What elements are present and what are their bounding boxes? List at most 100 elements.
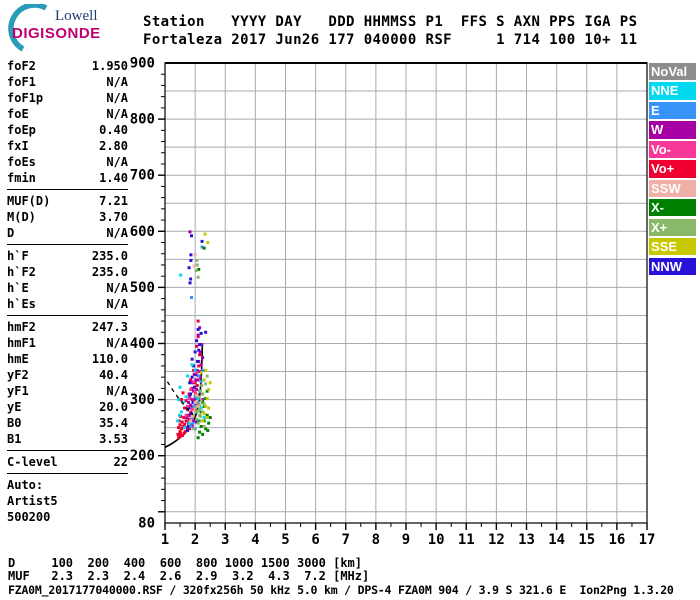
echo-point [207, 421, 211, 425]
echo-point [181, 391, 185, 395]
echo-point [193, 350, 197, 354]
echo-point [192, 264, 196, 268]
echo-point [201, 356, 205, 360]
echo-point [183, 422, 187, 426]
x-axis-tick-label: 15 [578, 532, 595, 548]
echo-point [201, 392, 205, 396]
echo-point [196, 275, 200, 279]
echo-point [186, 428, 190, 432]
echo-point [195, 258, 199, 262]
echo-point [199, 425, 203, 429]
echo-point [190, 363, 194, 367]
legend-item-x: X+ [649, 218, 696, 236]
echo-point [195, 344, 199, 348]
echo-point [196, 421, 200, 425]
echo-point [196, 359, 200, 363]
x-axis-tick-label: 11 [458, 532, 475, 548]
legend-item-vo: Vo- [649, 140, 696, 159]
x-axis-tick-label: 5 [281, 532, 289, 548]
legend-item-w: W [649, 121, 696, 139]
echo-point [199, 380, 203, 384]
y-axis-tick-label: 200 [130, 448, 155, 464]
x-axis-tick-label: 1 [161, 532, 169, 548]
echo-point [199, 389, 203, 393]
echo-point [180, 410, 184, 414]
echo-point [183, 426, 187, 430]
echo-point [177, 434, 181, 438]
echo-point [207, 387, 211, 391]
echo-point [195, 384, 199, 388]
echo-point [196, 378, 200, 382]
echo-point [196, 436, 200, 440]
x-axis-tick-label: 4 [251, 532, 259, 548]
echo-point [190, 408, 194, 412]
echo-point [190, 234, 194, 238]
echo-point [177, 413, 181, 417]
y-axis-tick-label: 700 [130, 168, 155, 184]
echo-point [206, 428, 210, 432]
y-axis-tick-label: 300 [130, 392, 155, 408]
echo-point [193, 400, 197, 404]
echo-point [182, 431, 186, 435]
echo-point [204, 368, 208, 372]
echo-point [186, 400, 190, 404]
x-axis-tick-label: 12 [488, 532, 505, 548]
echo-point [198, 343, 202, 347]
echo-point [177, 426, 181, 430]
echo-point [179, 273, 183, 277]
echo-point [189, 253, 193, 257]
echo-point [199, 414, 203, 418]
echo-point [193, 385, 197, 389]
echo-point [177, 398, 181, 402]
echo-point [203, 232, 207, 236]
echo-point [189, 387, 193, 391]
echo-point [190, 398, 194, 402]
echo-point [206, 241, 210, 245]
legend-item-sse: SSE [649, 238, 696, 256]
echo-point [188, 230, 192, 234]
echo-point [184, 413, 188, 417]
footer-muf-row: MUF 2.3 2.3 2.4 2.6 2.9 3.2 4.3 7.2 [MHz… [8, 569, 370, 583]
echo-point [205, 374, 209, 378]
y-axis-tick-label: 400 [130, 336, 155, 352]
echo-point [178, 423, 182, 427]
echo-point [190, 295, 194, 299]
echo-point [197, 348, 201, 352]
x-axis-tick-label: 9 [402, 532, 410, 548]
echo-point [188, 281, 192, 285]
x-axis-tick-label: 3 [221, 532, 229, 548]
echo-point [198, 353, 202, 357]
y-axis-tick-label: 500 [130, 280, 155, 296]
echo-point [192, 380, 196, 384]
echo-point [202, 412, 206, 416]
echo-point [193, 389, 197, 393]
x-axis-tick-label: 7 [342, 532, 350, 548]
y-axis-tick-label: 800 [130, 112, 155, 128]
echo-point [189, 378, 193, 382]
echo-point [190, 357, 194, 361]
echo-point [189, 392, 193, 396]
echo-point [192, 427, 196, 431]
echo-point [190, 414, 194, 418]
echo-point [202, 416, 206, 420]
echo-point [195, 393, 199, 397]
echo-point [187, 266, 191, 270]
legend-item-noval: NoVal [649, 63, 696, 81]
echo-point [187, 396, 191, 400]
echo-point [199, 331, 203, 335]
x-axis-tick-label: 16 [608, 532, 625, 548]
echo-point [205, 416, 209, 420]
echo-point [189, 258, 193, 262]
echo-point [197, 408, 201, 412]
echo-point [205, 396, 209, 400]
echo-point [195, 371, 199, 375]
x-axis-tick-label: 6 [311, 532, 319, 548]
echo-point [200, 384, 204, 388]
echo-point [195, 339, 199, 343]
legend-item-nnw: NNW [649, 257, 696, 275]
echo-point [202, 246, 206, 250]
echo-point [197, 374, 201, 378]
echo-point [202, 378, 206, 382]
echo-point [199, 363, 203, 367]
echo-point [208, 381, 212, 385]
